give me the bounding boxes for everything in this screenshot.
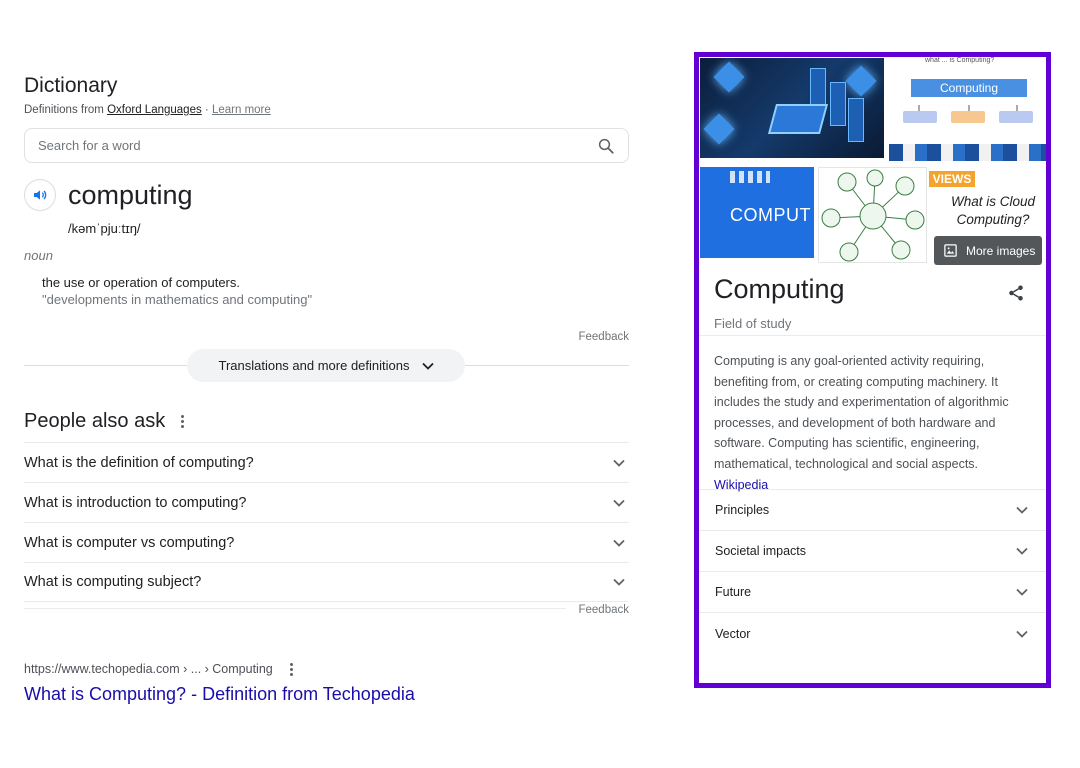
image-gallery: what ... is Computing? Computing COMPUT [699,57,1046,265]
panel-description: Computing is any goal-oriented activity … [699,336,1046,492]
description-text: Computing is any goal-oriented activity … [714,354,1009,471]
word-header: computing [24,179,629,211]
part-of-speech: noun [24,248,53,263]
paa-question-text: What is introduction to computing? [24,494,247,511]
dictionary-title: Dictionary [24,74,118,97]
section-label: Vector [715,626,751,641]
paa-question-text: What is the definition of computing? [24,454,254,471]
section-future[interactable]: Future [699,572,1046,613]
chevron-down-icon [613,539,625,547]
dictionary-feedback-link[interactable]: Feedback [24,331,629,343]
chevron-down-icon [1016,588,1028,596]
paa-question[interactable]: What is introduction to computing? [24,482,629,522]
chevron-down-icon [1016,630,1028,638]
paa-feedback-link[interactable]: Feedback [578,604,629,616]
chevron-down-icon [1016,506,1028,514]
section-label: Future [715,585,752,599]
panel-title: Computing [714,274,845,304]
share-icon[interactable] [1007,284,1025,302]
word-search-placeholder: Search for a word [38,138,141,153]
thumbnail-strip-image[interactable] [889,144,1046,161]
image-icon [944,244,957,257]
diagram-label: Computing [911,79,1027,97]
more-vert-icon[interactable] [289,662,295,676]
result-title-link[interactable]: What is Computing? - Definition from Tec… [24,684,629,705]
usage-example: "developments in mathematics and computi… [42,292,313,307]
source-separator: · [204,104,209,116]
section-societal-impacts[interactable]: Societal impacts [699,531,1046,572]
knowledge-panel: what ... is Computing? Computing COMPUT [694,52,1051,688]
cloud-computing-text: What is Cloud Computing? [950,194,1036,227]
chevron-down-icon [613,578,625,586]
chevron-down-icon [613,499,625,507]
paa-question[interactable]: What is the definition of computing? [24,442,629,482]
people-also-ask-title: People also ask [24,409,166,432]
speaker-icon[interactable] [24,179,56,211]
paa-question-text: What is computing subject? [24,574,202,590]
dictionary-column: Dictionary Definitions from Oxford Langu… [24,70,629,705]
more-definitions-row: Translations and more definitions [24,349,629,383]
more-vert-icon[interactable] [179,414,185,428]
phonetic: /kəmˈpjuːtɪŋ/ [68,221,141,236]
result-url-row: https://www.techopedia.com › ... › Compu… [24,662,629,676]
server-illustration-image[interactable] [700,58,884,158]
views-badge: VIEWS [929,171,975,187]
section-principles[interactable]: Principles [699,490,1046,531]
divider [24,608,566,609]
paa-question[interactable]: What is computer vs computing? [24,522,629,562]
section-label: Principles [715,503,770,517]
panel-header: Computing Field of study [699,260,1046,336]
more-images-label: More images [966,243,1036,258]
chevron-down-icon [1016,547,1028,555]
diagram-caption: what ... is Computing? [925,57,995,64]
translations-more-definitions-button[interactable]: Translations and more definitions [187,349,465,382]
mind-map-image[interactable] [818,167,927,263]
word-search-input[interactable]: Search for a word [24,128,629,163]
comput-text: COMPUT [730,205,811,225]
paa-question[interactable]: What is computing subject? [24,562,629,602]
learn-more-link[interactable]: Learn more [212,104,271,116]
section-label: Societal impacts [715,544,807,558]
more-definitions-label: Translations and more definitions [218,358,410,373]
computing-diagram-image[interactable]: what ... is Computing? Computing [889,57,1046,157]
paa-question-text: What is computer vs computing? [24,534,235,551]
chevron-down-icon [613,459,625,467]
panel-subtitle: Field of study [714,316,792,331]
search-icon[interactable] [596,136,616,156]
headword: computing [68,179,193,210]
people-also-ask-header: People also ask [24,409,629,433]
chevron-down-icon [421,362,434,370]
section-vector[interactable]: Vector [699,613,1046,654]
comput-banner-image[interactable]: COMPUT [700,167,814,258]
definition: the use or operation of computers. [42,275,241,290]
source-prefix: Definitions from [24,104,104,116]
search-result: https://www.techopedia.com › ... › Compu… [24,662,629,705]
oxford-languages-link[interactable]: Oxford Languages [107,104,202,116]
panel-sections: Principles Societal impacts Future Vecto… [699,490,1046,654]
people-also-ask-list: What is the definition of computing? Wha… [24,442,629,602]
result-url[interactable]: https://www.techopedia.com › ... › Compu… [24,662,273,676]
paa-feedback-row: Feedback [24,604,629,628]
dictionary-source: Definitions from Oxford Languages · Lear… [24,104,629,116]
